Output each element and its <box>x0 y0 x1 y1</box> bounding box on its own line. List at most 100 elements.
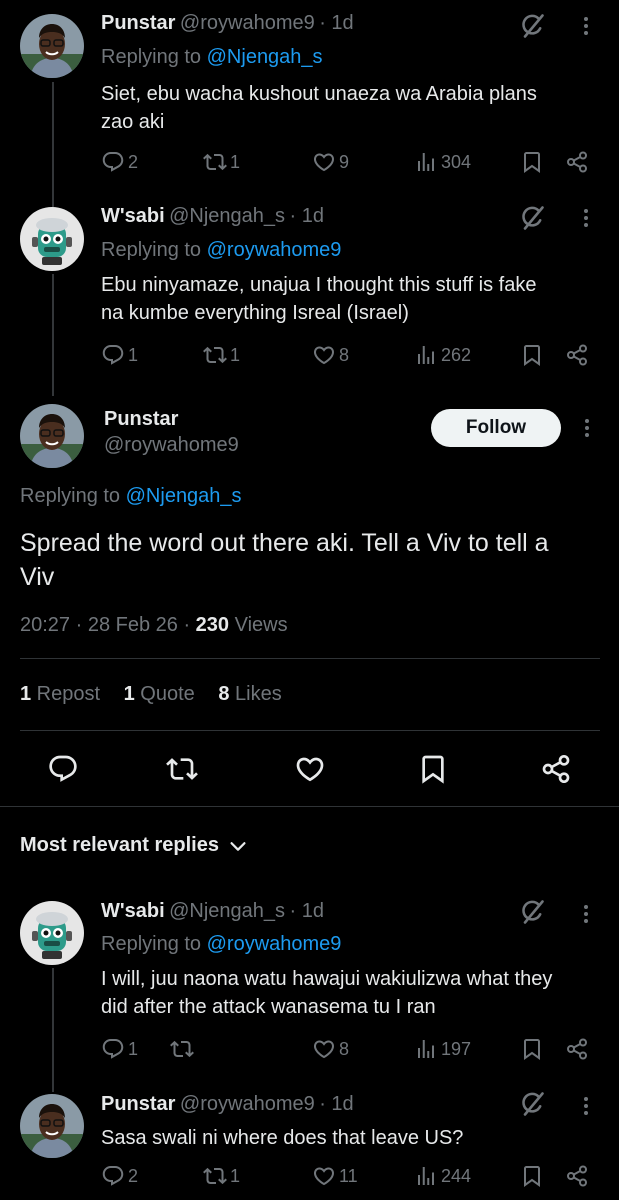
views-button[interactable]: 304 <box>414 150 471 174</box>
bookmark-icon[interactable] <box>520 150 544 179</box>
thread-line <box>52 968 54 1092</box>
reply-icon <box>101 150 125 174</box>
repost-icon <box>170 1037 194 1061</box>
mention-link[interactable]: @roywahome9 <box>207 239 342 261</box>
share-icon[interactable] <box>565 1037 589 1066</box>
sort-label: Most relevant replies <box>20 834 219 856</box>
bookmark-icon[interactable] <box>520 343 544 372</box>
tweet-header: Punstar @roywahome9 · 1d <box>101 12 354 35</box>
reply-button[interactable]: 2 <box>101 1164 138 1188</box>
tweet-header: W'sabi @Njengah_s · 1d <box>101 900 324 923</box>
repost-button[interactable]: 1 <box>203 1164 240 1188</box>
repost-icon <box>203 343 227 367</box>
share-icon[interactable] <box>565 150 589 179</box>
author-name[interactable]: Punstar <box>101 1093 175 1115</box>
author-name[interactable]: W'sabi <box>101 900 165 922</box>
reply-sort-dropdown[interactable]: Most relevant replies <box>20 834 249 857</box>
repost-button[interactable]: 1 <box>203 343 240 367</box>
avatar[interactable] <box>20 14 84 78</box>
more-icon[interactable] <box>574 1094 598 1123</box>
reply-icon <box>101 1037 125 1061</box>
tweet-header: W'sabi @Njengah_s · 1d <box>101 205 324 228</box>
divider <box>0 806 619 807</box>
grok-icon[interactable] <box>518 12 546 45</box>
reply-icon <box>101 1164 125 1188</box>
mention-link[interactable]: @Njengah_s <box>126 485 242 507</box>
tweet-meta: 20:27 · 28 Feb 26 · 230 Views <box>20 614 288 636</box>
timestamp[interactable]: 20:27 · 28 Feb 26 · <box>20 614 196 636</box>
heart-icon[interactable] <box>294 753 326 790</box>
like-button[interactable]: 9 <box>312 150 349 174</box>
more-icon[interactable] <box>574 206 598 235</box>
divider <box>20 730 600 731</box>
grok-icon[interactable] <box>518 1090 546 1123</box>
share-icon[interactable] <box>565 343 589 372</box>
author-name[interactable]: Punstar <box>104 408 178 431</box>
likes-link[interactable]: 8 Likes <box>218 683 281 705</box>
replying-to: Replying to @Njengah_s <box>20 485 242 507</box>
author-handle[interactable]: @Njengah_s <box>169 900 285 922</box>
bookmark-icon[interactable] <box>520 1037 544 1066</box>
timestamp[interactable]: · 1d <box>319 1093 353 1115</box>
heart-icon <box>312 343 336 367</box>
views-icon <box>414 150 438 174</box>
author-handle[interactable]: @roywahome9 <box>180 12 315 34</box>
quotes-link[interactable]: 1 Quote <box>124 683 195 705</box>
heart-icon <box>312 1037 336 1061</box>
author-handle[interactable]: @Njengah_s <box>169 205 285 227</box>
timestamp[interactable]: · 1d <box>290 205 324 227</box>
grok-icon[interactable] <box>518 898 546 931</box>
tweet-text: Ebu ninyamaze, unajua I thought this stu… <box>101 274 537 324</box>
views-icon <box>414 1164 438 1188</box>
reply-button[interactable]: 1 <box>101 1037 138 1061</box>
avatar[interactable] <box>20 404 84 468</box>
share-icon[interactable] <box>540 753 572 790</box>
repost-button[interactable]: 1 <box>203 150 240 174</box>
like-button[interactable]: 8 <box>312 1037 349 1061</box>
grok-icon[interactable] <box>518 204 546 237</box>
repost-button[interactable] <box>170 1037 197 1061</box>
like-button[interactable]: 11 <box>312 1164 358 1188</box>
avatar[interactable] <box>20 207 84 271</box>
tweet-text: I will, juu naona watu hawajui wakiulizw… <box>101 968 553 1018</box>
repost-icon[interactable] <box>166 753 198 790</box>
author-handle[interactable]: @roywahome9 <box>104 434 239 457</box>
bookmark-icon[interactable] <box>520 1164 544 1193</box>
tweet-text: Spread the word out there aki. Tell a Vi… <box>20 529 549 591</box>
chevron-down-icon <box>227 835 249 857</box>
timestamp[interactable]: · 1d <box>319 12 353 34</box>
views-button[interactable]: 262 <box>414 343 471 367</box>
repost-icon <box>203 150 227 174</box>
like-button[interactable]: 8 <box>312 343 349 367</box>
author-handle[interactable]: @roywahome9 <box>180 1093 315 1115</box>
author-name[interactable]: Punstar <box>101 12 175 34</box>
reply-icon <box>101 343 125 367</box>
more-icon[interactable] <box>574 14 598 43</box>
heart-icon <box>312 1164 336 1188</box>
reply-button[interactable]: 2 <box>101 150 138 174</box>
follow-button[interactable]: Follow <box>431 409 561 447</box>
thread-line <box>52 274 54 396</box>
replying-to: Replying to @roywahome9 <box>101 933 342 955</box>
more-icon[interactable] <box>574 902 598 931</box>
avatar[interactable] <box>20 901 84 965</box>
mention-link[interactable]: @roywahome9 <box>207 933 342 955</box>
replying-to: Replying to @Njengah_s <box>101 46 323 68</box>
mention-link[interactable]: @Njengah_s <box>207 46 323 68</box>
avatar[interactable] <box>20 1094 84 1158</box>
views-icon <box>414 1037 438 1061</box>
engagement-stats: 1 Repost 1 Quote 8 Likes <box>20 683 282 706</box>
reply-icon[interactable] <box>47 753 79 790</box>
bookmark-icon[interactable] <box>417 753 449 790</box>
divider <box>20 658 600 659</box>
share-icon[interactable] <box>565 1164 589 1193</box>
timestamp[interactable]: · 1d <box>290 900 324 922</box>
more-icon[interactable] <box>575 416 599 445</box>
tweet-text: Sasa swali ni where does that leave US? <box>101 1127 464 1149</box>
reply-button[interactable]: 1 <box>101 343 138 367</box>
views-button[interactable]: 197 <box>414 1037 471 1061</box>
views-button[interactable]: 244 <box>414 1164 471 1188</box>
author-name[interactable]: W'sabi <box>101 205 165 227</box>
replying-to: Replying to @roywahome9 <box>101 239 342 261</box>
reposts-link[interactable]: 1 Repost <box>20 683 100 705</box>
